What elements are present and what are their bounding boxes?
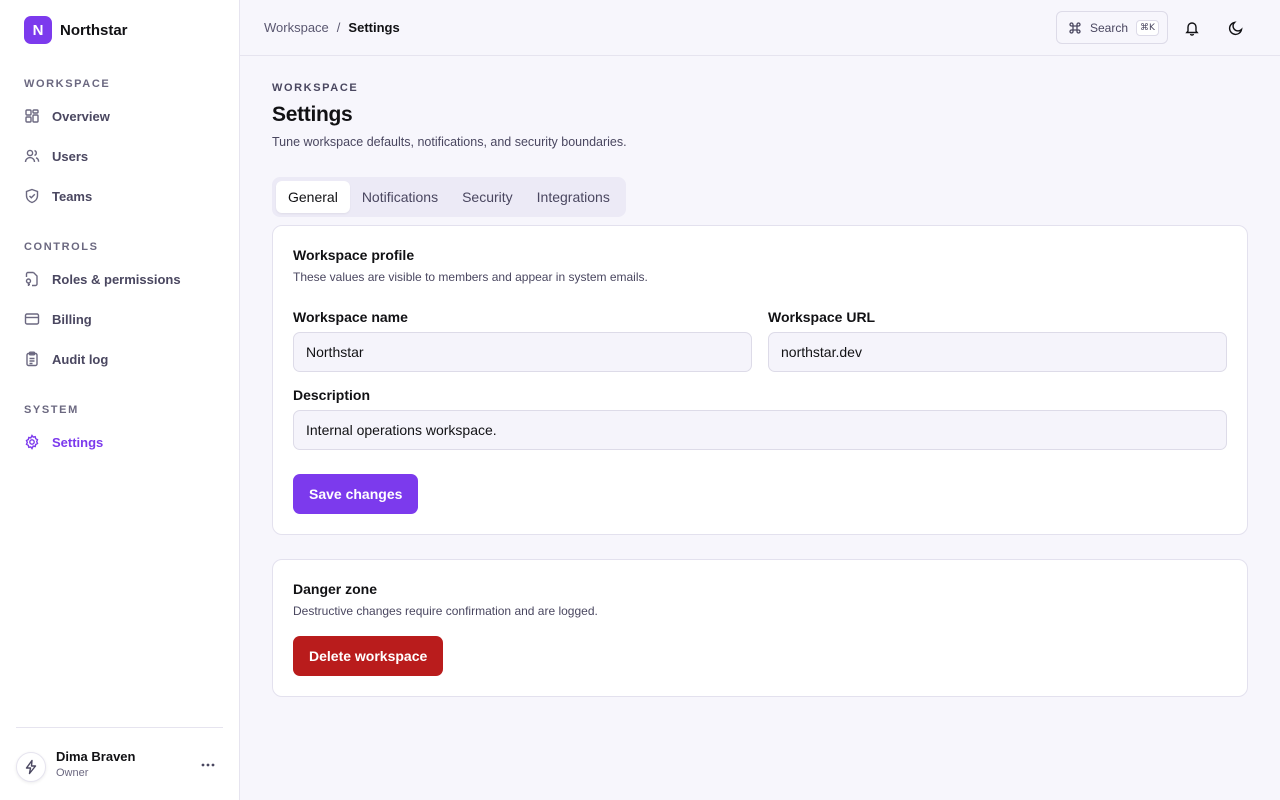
- user-role: Owner: [56, 767, 89, 779]
- shield-icon: [24, 188, 40, 204]
- sidebar-item-overview[interactable]: Overview: [0, 96, 240, 136]
- page-eyebrow: WORKSPACE: [272, 82, 359, 94]
- workspace-name-label: Workspace name: [293, 309, 408, 325]
- moon-icon: [1228, 20, 1244, 36]
- description-input[interactable]: [293, 410, 1227, 450]
- key-file-icon: [24, 271, 40, 287]
- workspace-name-input[interactable]: [293, 332, 752, 372]
- notifications-button[interactable]: [1180, 16, 1204, 40]
- command-icon: [1068, 21, 1082, 35]
- search-shortcut: ⌘K: [1136, 19, 1159, 36]
- page-subtitle: Tune workspace defaults, notifications, …: [272, 135, 627, 149]
- sidebar-item-roles-permissions[interactable]: Roles & permissions: [0, 259, 240, 299]
- save-changes-button[interactable]: Save changes: [293, 474, 419, 514]
- users-icon: [24, 148, 40, 164]
- brand-name: Northstar: [60, 21, 128, 39]
- sidebar-item-label: Teams: [52, 188, 93, 204]
- card-subtitle: These values are visible to members and …: [293, 270, 648, 284]
- search-button[interactable]: Search ⌘K: [1056, 11, 1168, 44]
- nav-section-system: SYSTEM Settings: [0, 403, 240, 462]
- nav-heading: CONTROLS: [24, 241, 99, 253]
- sidebar-item-settings[interactable]: Settings: [0, 422, 240, 462]
- breadcrumb-current: Settings: [348, 20, 400, 35]
- sidebar-item-audit-log[interactable]: Audit log: [0, 339, 240, 379]
- sidebar-item-label: Settings: [52, 434, 104, 450]
- avatar[interactable]: [16, 752, 46, 782]
- gear-icon: [24, 434, 40, 450]
- description-label: Description: [293, 387, 371, 403]
- user-name: Dima Braven: [56, 749, 136, 764]
- tab-notifications[interactable]: Notifications: [350, 181, 450, 213]
- tab-integrations[interactable]: Integrations: [525, 181, 622, 213]
- user-profile[interactable]: Dima Braven Owner: [16, 727, 223, 800]
- card-subtitle: Destructive changes require confirmation…: [293, 604, 598, 618]
- card-title: Workspace profile: [293, 247, 415, 263]
- page-title: Settings: [272, 103, 353, 126]
- more-options-button[interactable]: [197, 756, 219, 774]
- breadcrumb: Workspace / Settings: [264, 20, 400, 35]
- sidebar-item-teams[interactable]: Teams: [0, 176, 240, 216]
- danger-zone-card: Danger zone Destructive changes require …: [272, 559, 1248, 697]
- brand[interactable]: N Northstar: [24, 16, 128, 44]
- nav-section-workspace: WORKSPACE Overview Users Teams: [0, 77, 240, 216]
- tab-security[interactable]: Security: [450, 181, 525, 213]
- workspace-url-input[interactable]: [768, 332, 1227, 372]
- theme-toggle-button[interactable]: [1224, 16, 1248, 40]
- sidebar-item-label: Users: [52, 148, 89, 164]
- nav-heading: SYSTEM: [24, 404, 79, 416]
- sidebar: N Northstar WORKSPACE Overview Users Tea…: [0, 0, 240, 800]
- credit-card-icon: [24, 311, 40, 327]
- breadcrumb-workspace[interactable]: Workspace: [264, 20, 329, 35]
- card-title: Danger zone: [293, 581, 378, 597]
- ellipsis-icon: [201, 763, 215, 767]
- workspace-url-label: Workspace URL: [768, 309, 876, 325]
- workspace-profile-card: Workspace profile These values are visib…: [272, 225, 1248, 535]
- topbar: Workspace / Settings Search ⌘K: [240, 0, 1280, 56]
- clipboard-icon: [24, 351, 40, 367]
- tab-general[interactable]: General: [276, 181, 350, 213]
- nav-heading: WORKSPACE: [24, 78, 111, 90]
- nav-section-controls: CONTROLS Roles & permissions Billing Aud…: [0, 240, 240, 379]
- sidebar-item-label: Billing: [52, 311, 92, 327]
- bell-icon: [1184, 20, 1200, 36]
- brand-logo: N: [24, 16, 52, 44]
- grid-icon: [24, 108, 40, 124]
- settings-tabs: General Notifications Security Integrati…: [272, 177, 626, 217]
- search-label: Search: [1090, 20, 1129, 35]
- delete-workspace-button[interactable]: Delete workspace: [293, 636, 444, 676]
- sidebar-item-label: Roles & permissions: [52, 271, 181, 287]
- lightning-icon: [23, 759, 39, 775]
- sidebar-item-users[interactable]: Users: [0, 136, 240, 176]
- sidebar-item-label: Overview: [52, 108, 110, 124]
- breadcrumb-separator: /: [336, 20, 341, 35]
- sidebar-item-label: Audit log: [52, 351, 109, 367]
- sidebar-item-billing[interactable]: Billing: [0, 299, 240, 339]
